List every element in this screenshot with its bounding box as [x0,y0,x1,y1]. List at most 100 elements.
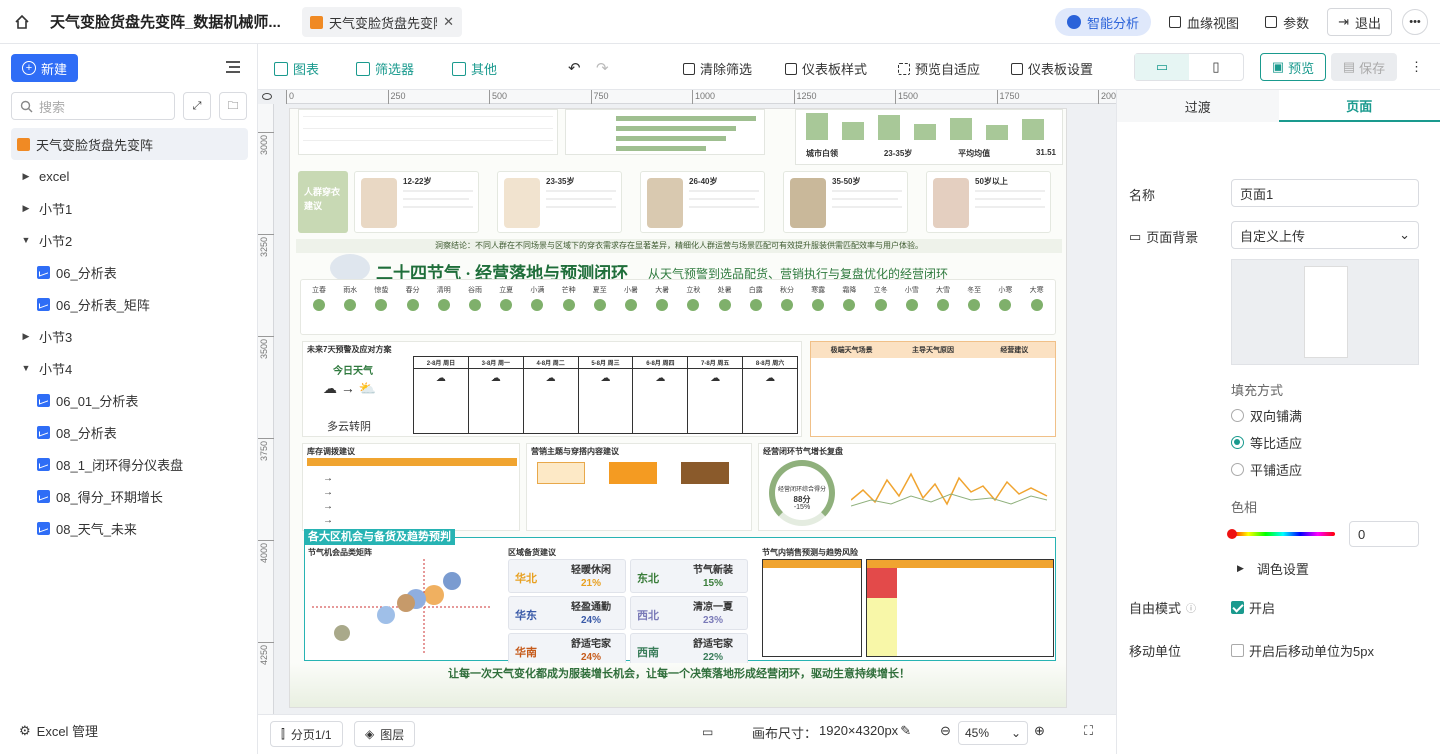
page-name-input[interactable]: 页面1 [1231,179,1419,207]
hue-slider[interactable] [1227,529,1335,539]
new-folder-button[interactable]: 🗀 [219,92,247,120]
tree-item[interactable]: 06_分析表_矩阵 [11,288,248,320]
tree-item[interactable]: 08_1_闭环得分仪表盘 [11,448,248,480]
tree-item[interactable]: ▼ 小节4 [11,352,248,384]
close-icon[interactable]: ✕ [443,14,454,30]
locate-button[interactable]: ⤢ [183,92,211,120]
canvas-size[interactable]: 画布尺寸： 1920×4320px ✎ [752,723,911,742]
caret-right-icon: ▶ [1237,563,1244,573]
forecast-day: 8-8月 周六 ☁ [743,357,798,433]
fill-option[interactable]: 平铺适应 [1231,460,1302,479]
color-settings-toggle[interactable]: ▶ 调色设置 [1237,559,1309,578]
dashboard-icon [310,15,323,29]
marketing-title: 营销主题与穿搭内容建议 [531,447,619,456]
more-vertical-icon[interactable]: ⋮ [1410,59,1423,75]
loop-review-panel: 经营闭环节气增长复盘 经营闭环综合得分 88分 -15% [758,443,1056,531]
move-unit-checkbox[interactable]: 开启后移动单位为5px [1231,641,1374,660]
persona-avatar [504,178,540,228]
fill-option[interactable]: 等比适应 [1231,433,1302,452]
caret-down-icon[interactable]: ▼ [19,235,33,245]
preview-fit-button[interactable]: 预览自适应 [898,59,980,78]
filter-button[interactable]: 筛选器 [356,59,414,78]
free-mode-checkbox[interactable]: 开启 [1231,598,1275,617]
caret-down-icon[interactable]: ▼ [19,363,33,373]
bg-preview[interactable] [1231,259,1419,365]
hue-input[interactable]: 0 [1349,521,1419,547]
tab-transition[interactable]: 过渡 [1117,90,1279,122]
preview-button[interactable]: ▣ 预览 [1260,53,1326,81]
caret-right-icon[interactable]: ▶ [19,171,33,182]
weather-icon: ☁ → ⛅ [323,380,377,396]
tree-item[interactable]: 08_得分_环期增长 [11,480,248,512]
tree-item[interactable]: ▼ 小节2 [11,224,248,256]
exit-button[interactable]: ⇥ 退出 [1327,8,1392,36]
ai-analysis-button[interactable]: 智能分析 [1055,8,1152,36]
loop-line-chart [851,472,1048,507]
bar [914,123,936,140]
more-icon[interactable]: ••• [1402,9,1428,35]
solar-term: 立冬 [870,285,892,311]
keyboard-icon[interactable]: ▭ [702,725,713,739]
other-button[interactable]: 其他 [452,59,497,78]
solar-term: 寒露 [807,285,829,311]
tree-item[interactable]: 06_分析表 [11,256,248,288]
dashboard-style-button[interactable]: 仪表板样式 [785,59,867,78]
new-button[interactable]: + 新建 [11,54,78,82]
undo-icon[interactable]: ↶ [568,59,581,77]
solar-term: 惊蛰 [370,285,392,311]
tab-page[interactable]: 页面 [1278,90,1440,122]
tree-item[interactable]: 08_分析表 [11,416,248,448]
clear-filter-button[interactable]: 清除筛选 [683,59,752,78]
solar-term-icon [375,299,388,311]
forecast-day: 7-8月 周五 ☁ [688,357,744,433]
lineage-view-button[interactable]: 血缘视图 [1161,13,1247,32]
home-icon[interactable] [0,0,44,44]
ruler-tick: 3000 [258,132,274,155]
tree-item[interactable]: 天气变脸货盘先变阵 [11,128,248,160]
tree-item-label: 06_分析表_矩阵 [56,297,150,313]
zoom-out-icon[interactable]: ⊖ [940,723,951,739]
fit-screen-icon[interactable]: ⛶ [1084,723,1093,739]
desktop-icon[interactable]: ▭ [1135,54,1189,80]
pages-button[interactable]: ⫿ 分页1/1 [270,721,343,747]
chart-button[interactable]: 图表 [274,59,319,78]
solar-term: 冬至 [963,285,985,311]
fill-option[interactable]: 双向铺满 [1231,406,1302,425]
help-icon: ⓘ [1186,604,1197,615]
search-input[interactable]: 搜索 [11,92,175,120]
region-style: 轻暖休闲 [571,565,611,576]
tree-item[interactable]: ▶ 小节3 [11,320,248,352]
region-name: 华南 [515,647,537,659]
redo-icon[interactable]: ↷ [596,59,609,77]
excel-manage-button[interactable]: ⚙ Excel 管理 [19,721,98,740]
dashboard-settings-button[interactable]: 仪表板设置 [1011,59,1093,78]
tree-item[interactable]: 08_天气_未来 [11,512,248,544]
collapse-sidebar-icon[interactable] [226,61,240,73]
app-title: 天气变脸货盘先变阵_数据机械师... [50,14,281,31]
forecast-table: 2-8月 周日 ☁ 3-8月 周一 ☁ 4-8月 周二 ☁ 5-8月 周三 ☁ 6-8月 周四 ☁… [413,356,798,434]
solar-term-icon [469,299,481,311]
weather-icon: ☁ [435,373,446,384]
zoom-in-icon[interactable]: ⊕ [1034,723,1045,739]
params-icon [1265,16,1278,28]
tab-dashboard[interactable]: 天气变脸货盘先变阵 ✕ [302,7,462,37]
tree-item[interactable]: 06_01_分析表 [11,384,248,416]
weather-icon: ☁ [710,373,721,384]
bg-select[interactable]: 自定义上传 ⌄ [1231,221,1419,249]
zoom-select[interactable]: 45% ⌄ [958,721,1028,745]
inventory-title: 库存调拨建议 [307,447,355,456]
report-icon [37,297,50,311]
solar-term-icon [999,299,1012,311]
save-button[interactable]: ▤ 保存 [1331,53,1397,81]
mobile-icon[interactable]: ▯ [1189,54,1243,80]
caret-right-icon[interactable]: ▶ [19,331,33,342]
eye-icon[interactable] [262,93,272,100]
dashboard-page[interactable]: 城市白领 23-35岁 平均均值 31.51 人群穿衣建议 12-22岁 23-35岁 2… [289,108,1067,708]
layers-button[interactable]: ◈ 图层 [354,721,416,747]
tree-item[interactable]: ▶ excel [11,160,248,192]
params-button[interactable]: 参数 [1257,13,1317,32]
canvas-area[interactable]: 0 250 500 750 1000 1250 1500 1750 2000 3000 3250 3… [258,90,1121,714]
caret-right-icon[interactable]: ▶ [19,203,33,214]
tree-item[interactable]: ▶ 小节1 [11,192,248,224]
region-card: 华东 轻盈通勤 24% [508,596,626,630]
